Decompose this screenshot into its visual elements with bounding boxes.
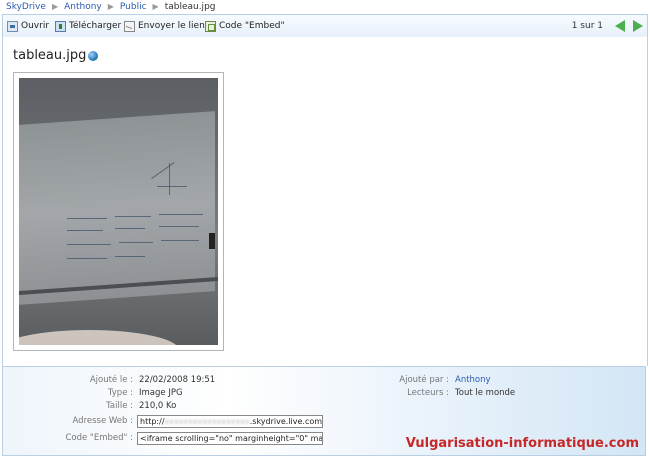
image-preview[interactable] — [19, 78, 218, 345]
breadcrumb-anthony[interactable]: Anthony — [64, 2, 102, 12]
whiteboard-handle — [209, 233, 215, 249]
whiteboard-scribble — [67, 230, 103, 231]
open-icon — [7, 20, 18, 32]
size-label: Taille : — [106, 401, 133, 411]
whiteboard-scribble — [169, 163, 170, 195]
whiteboard-area — [19, 111, 215, 305]
file-title: tableau.jpg — [13, 48, 87, 63]
download-button[interactable]: Télécharger — [55, 19, 121, 33]
breadcrumb-separator-icon: ▶ — [152, 2, 159, 11]
whiteboard-scribble — [119, 242, 153, 243]
breadcrumb-public[interactable]: Public — [120, 2, 147, 12]
type-value: Image JPG — [139, 388, 183, 398]
embed-code-button[interactable]: Code "Embed" — [205, 19, 285, 33]
prev-arrow-icon[interactable] — [615, 20, 625, 32]
breadcrumb-separator-icon: ▶ — [51, 2, 59, 11]
readers-label: Lecteurs : — [407, 388, 449, 398]
breadcrumb-skydrive[interactable]: SkyDrive — [6, 2, 46, 12]
whiteboard-scribble — [159, 214, 203, 215]
added-on-value: 22/02/2008 19:51 — [139, 375, 216, 385]
web-address-label: Adresse Web : — [72, 416, 133, 426]
web-address-redacted: xxxxxxxxxxxxxxxxxx — [164, 417, 250, 426]
send-link-icon — [124, 20, 135, 32]
open-button[interactable]: Ouvrir — [7, 19, 49, 33]
web-address-prefix: http:// — [140, 417, 165, 426]
breadcrumb: SkyDrive ▶ Anthony ▶ Public ▶ tableau.jpg — [0, 0, 650, 14]
type-label: Type : — [107, 388, 133, 398]
breadcrumb-separator-icon: ▶ — [107, 2, 114, 11]
globe-icon — [88, 51, 98, 61]
main-content: tableau.jpg — [2, 37, 648, 366]
embed-code-label: Code "Embed" : — [65, 433, 133, 443]
web-address-suffix: .skydrive.live.com/self.asp — [249, 417, 323, 426]
pager-text: 1 sur 1 — [571, 21, 603, 31]
embed-icon — [205, 20, 216, 32]
breadcrumb-current-file: tableau.jpg — [164, 2, 216, 12]
image-preview-frame[interactable] — [13, 72, 224, 351]
whiteboard-scribble — [115, 256, 145, 257]
whiteboard-scribble — [159, 226, 199, 227]
download-icon — [55, 20, 66, 32]
added-by-label: Ajouté par : — [399, 375, 449, 385]
added-by-link[interactable]: Anthony — [455, 375, 491, 385]
whiteboard-scribble — [115, 216, 151, 217]
whiteboard-scribble — [157, 186, 187, 187]
send-link-button[interactable]: Envoyer le lien — [124, 19, 205, 33]
added-on-label: Ajouté le : — [89, 375, 133, 385]
file-details-panel: Ajouté le : 22/02/2008 19:51 Type : Imag… — [2, 366, 646, 456]
size-value: 210,0 Ko — [139, 401, 177, 411]
whiteboard-scribble — [67, 218, 107, 219]
embed-label: Code "Embed" — [219, 21, 285, 31]
send-link-label: Envoyer le lien — [138, 21, 205, 31]
toolbar: Ouvrir Télécharger Envoyer le lien Code … — [2, 14, 648, 38]
image-foreground — [19, 330, 179, 345]
open-label: Ouvrir — [21, 21, 50, 31]
whiteboard-scribble — [67, 244, 111, 245]
download-label: Télécharger — [69, 21, 122, 31]
watermark-text: Vulgarisation-informatique.com — [405, 436, 639, 451]
whiteboard-scribble — [67, 258, 107, 259]
next-arrow-icon[interactable] — [633, 20, 643, 32]
readers-value: Tout le monde — [455, 388, 516, 398]
embed-code-field[interactable]: <iframe scrolling="no" marginheight="0" … — [137, 432, 323, 445]
whiteboard-scribble — [161, 240, 199, 241]
whiteboard-scribble — [115, 228, 145, 229]
web-address-field[interactable]: http://xxxxxxxxxxxxxxxxxx.skydrive.live.… — [137, 415, 323, 428]
